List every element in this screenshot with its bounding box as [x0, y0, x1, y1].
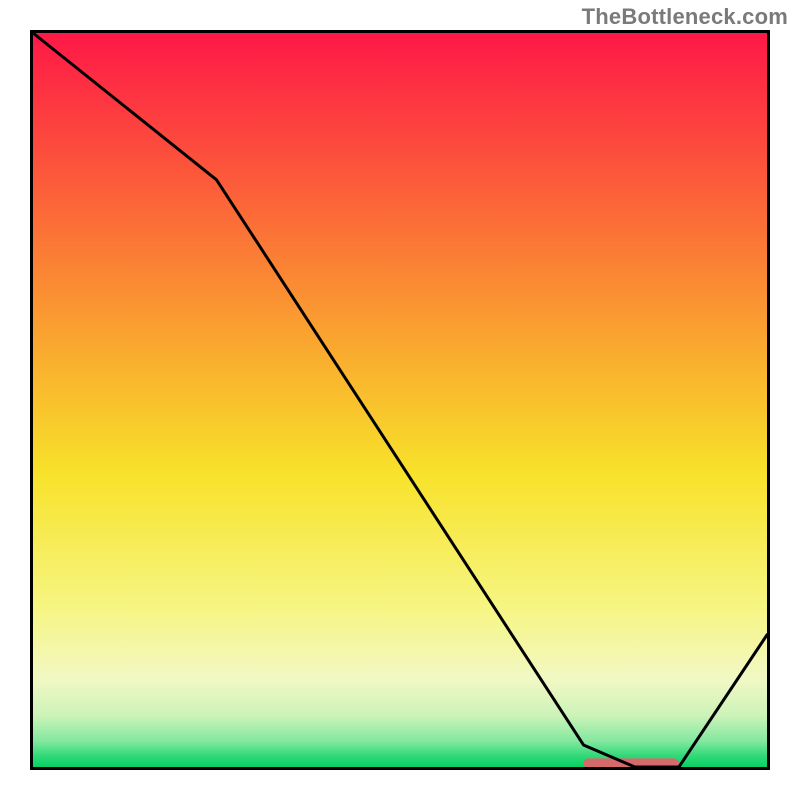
- watermark-text: TheBottleneck.com: [582, 4, 788, 30]
- gradient-background: [33, 33, 767, 767]
- bottleneck-chart: [33, 33, 767, 767]
- plot-frame: [30, 30, 770, 770]
- chart-stage: TheBottleneck.com: [0, 0, 800, 800]
- plot-area: [33, 33, 767, 767]
